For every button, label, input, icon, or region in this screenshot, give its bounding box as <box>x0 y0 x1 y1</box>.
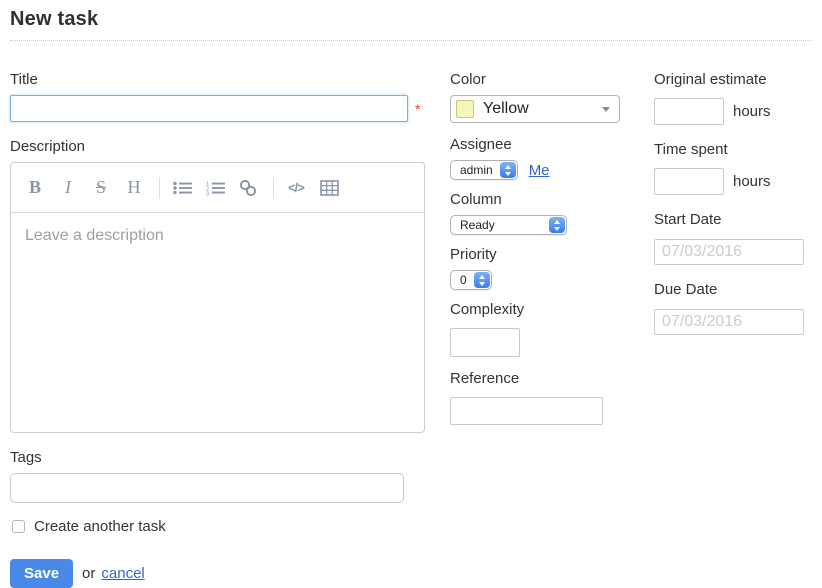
title-label: Title <box>10 71 425 88</box>
time-spent-unit: hours <box>733 173 771 190</box>
description-placeholder: Leave a description <box>25 227 164 244</box>
complexity-field: Complexity <box>450 301 646 357</box>
strikethrough-icon[interactable]: S <box>91 176 111 200</box>
assignee-selected-value: admin <box>460 163 493 177</box>
color-dropdown[interactable]: Yellow <box>450 95 620 123</box>
assign-to-me-link[interactable]: Me <box>529 162 550 179</box>
color-field: Color Yellow <box>450 71 646 123</box>
column-selected-value: Ready <box>460 218 495 232</box>
middle-column: Color Yellow Assignee admin Me <box>450 71 646 588</box>
select-stepper-icon <box>500 162 516 178</box>
description-label: Description <box>10 138 425 155</box>
select-stepper-icon <box>474 272 490 288</box>
time-spent-row: hours <box>654 168 812 195</box>
svg-text:3: 3 <box>206 191 209 196</box>
column-select[interactable]: Ready <box>450 215 567 235</box>
start-date-label: Start Date <box>654 211 812 228</box>
due-date-input[interactable] <box>654 309 804 335</box>
link-icon[interactable] <box>238 176 258 200</box>
time-spent-field: Time spent hours <box>654 141 812 195</box>
original-estimate-label: Original estimate <box>654 71 812 88</box>
tags-field: Tags <box>10 449 425 503</box>
form-actions: Save or cancel <box>10 559 425 588</box>
title-input[interactable] <box>10 95 408 122</box>
color-selected-value: Yellow <box>483 100 529 118</box>
reference-label: Reference <box>450 370 646 387</box>
column-label: Column <box>450 191 646 208</box>
toolbar-separator <box>159 177 160 199</box>
due-date-label: Due Date <box>654 281 812 298</box>
editor-toolbar: B I S H <box>11 163 424 213</box>
original-estimate-row: hours <box>654 98 812 125</box>
left-column: Title * Description B I S H <box>10 71 425 588</box>
description-textarea[interactable]: Leave a description <box>11 213 424 259</box>
original-estimate-field: Original estimate hours <box>654 71 812 125</box>
time-spent-input[interactable] <box>654 168 724 195</box>
tags-input[interactable] <box>10 473 404 503</box>
ordered-list-icon[interactable]: 1 2 3 <box>205 176 225 200</box>
cancel-link[interactable]: cancel <box>101 565 144 582</box>
time-spent-label: Time spent <box>654 141 812 158</box>
assignee-field: Assignee admin Me <box>450 136 646 180</box>
priority-field: Priority 0 <box>450 246 646 290</box>
original-estimate-unit: hours <box>733 103 771 120</box>
required-asterisk: * <box>415 101 420 117</box>
assignee-row: admin Me <box>450 160 646 180</box>
toolbar-separator <box>273 177 274 199</box>
due-date-field: Due Date <box>654 281 812 335</box>
code-icon[interactable]: </> <box>286 176 306 200</box>
complexity-label: Complexity <box>450 301 646 318</box>
heading-icon[interactable]: H <box>124 176 144 200</box>
start-date-field: Start Date <box>654 211 812 265</box>
priority-selected-value: 0 <box>460 273 467 287</box>
unordered-list-icon[interactable] <box>172 176 192 200</box>
priority-select[interactable]: 0 <box>450 270 492 290</box>
chevron-down-icon <box>602 107 610 112</box>
right-column: Original estimate hours Time spent hours… <box>654 71 812 588</box>
title-row: * <box>10 95 425 122</box>
assignee-label: Assignee <box>450 136 646 153</box>
reference-input[interactable] <box>450 397 603 425</box>
create-another-checkbox[interactable] <box>12 520 25 533</box>
description-editor: B I S H <box>10 162 425 433</box>
new-task-page: New task Title * Description B I S H <box>0 0 822 588</box>
save-button[interactable]: Save <box>10 559 73 588</box>
complexity-input[interactable] <box>450 328 520 357</box>
form-columns: Title * Description B I S H <box>10 71 812 588</box>
start-date-input[interactable] <box>654 239 804 265</box>
select-stepper-icon <box>549 217 565 233</box>
original-estimate-input[interactable] <box>654 98 724 125</box>
reference-field: Reference <box>450 370 646 425</box>
create-another-row: Create another task <box>10 518 425 535</box>
or-text: or <box>82 565 95 582</box>
column-field: Column Ready <box>450 191 646 235</box>
italic-icon[interactable]: I <box>58 176 78 200</box>
tags-label: Tags <box>10 449 425 466</box>
table-icon[interactable] <box>319 176 339 200</box>
color-swatch-yellow <box>456 100 474 118</box>
priority-label: Priority <box>450 246 646 263</box>
page-title: New task <box>10 8 812 41</box>
color-label: Color <box>450 71 646 88</box>
create-another-label[interactable]: Create another task <box>34 518 166 535</box>
bold-icon[interactable]: B <box>25 176 45 200</box>
assignee-select[interactable]: admin <box>450 160 518 180</box>
